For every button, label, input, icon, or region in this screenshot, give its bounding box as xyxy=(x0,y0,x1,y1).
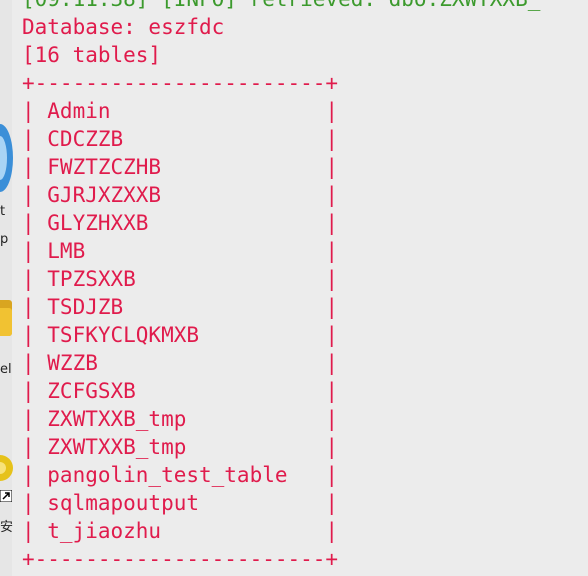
browser-icon[interactable] xyxy=(0,120,14,196)
shortcut-arrow-icon xyxy=(0,490,12,502)
table-row: | LMB | xyxy=(22,239,339,263)
table-row: | t_jiaozhu | xyxy=(22,519,339,543)
desktop-label-3: el xyxy=(0,362,12,377)
table-row: | pangolin_test_table | xyxy=(22,463,339,487)
table-row: | ZCFGSXB | xyxy=(22,379,339,403)
table-row: | FWZTZCZHB | xyxy=(22,155,339,179)
table-row: | sqlmapoutput | xyxy=(22,491,339,515)
table-row: | Admin | xyxy=(22,99,339,123)
database-line: Database: eszfdc xyxy=(22,15,225,39)
table-row: | GJRJXZXXB | xyxy=(22,183,339,207)
table-row: | TPZSXXB | xyxy=(22,267,339,291)
table-row: | GLYZHXXB | xyxy=(22,211,339,235)
table-row: | TSFKYCLQKMXB | xyxy=(22,323,339,347)
log-line: [09:11:38] [INFO] retrieved: dbo.ZXWTXXB… xyxy=(22,0,540,13)
folder-icon[interactable] xyxy=(0,296,14,340)
desktop-label-1: t xyxy=(0,204,6,219)
table-border-top: +-----------------------+ xyxy=(22,71,339,95)
table-row: | TSDJZB | xyxy=(22,295,339,319)
app-icon[interactable] xyxy=(0,448,14,488)
desktop-label-2: p xyxy=(0,232,9,247)
terminal-window[interactable]: [09:11:38] [INFO] retrieved: dbo.ZXWTXXB… xyxy=(12,0,588,576)
table-row: | ZXWTXXB_tmp | xyxy=(22,407,339,431)
desktop-label-4: 安 xyxy=(0,520,14,535)
table-row: | CDCZZB | xyxy=(22,127,339,151)
table-row: | ZXWTXXB_tmp | xyxy=(22,435,339,459)
table-border-bottom: +-----------------------+ xyxy=(22,547,339,571)
table-count-line: [16 tables] xyxy=(22,43,162,67)
table-row: | WZZB | xyxy=(22,351,339,375)
